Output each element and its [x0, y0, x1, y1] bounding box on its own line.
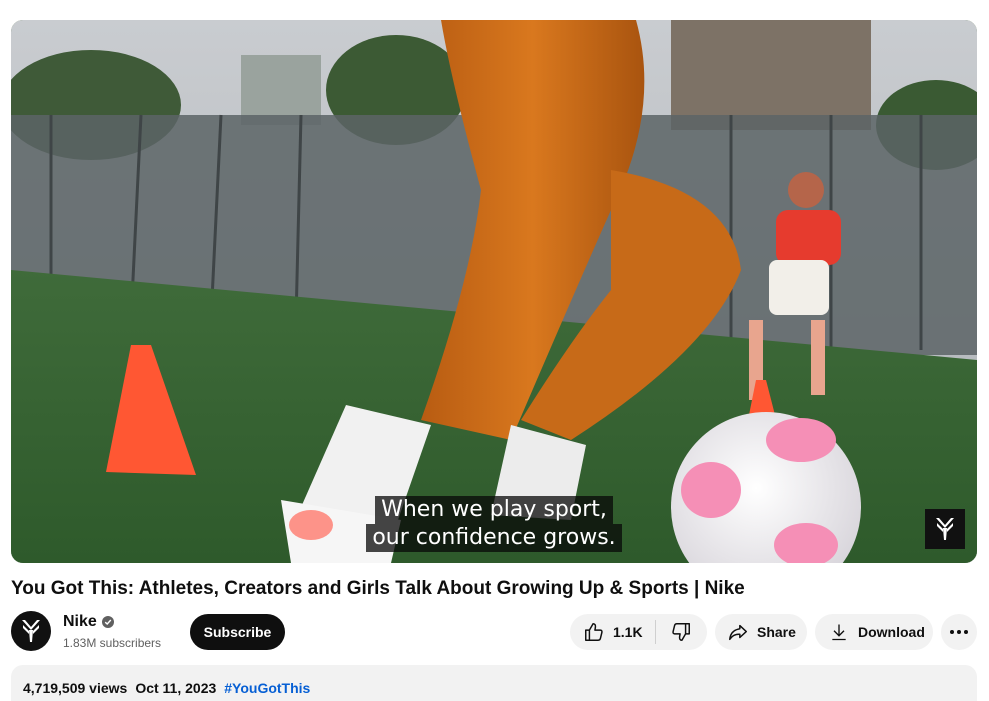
like-dislike-group: 1.1K	[570, 614, 707, 650]
video-frame	[11, 20, 977, 563]
video-player[interactable]: When we play sport, our confidence grows…	[11, 20, 977, 563]
download-button[interactable]: Download	[815, 614, 933, 650]
dislike-button[interactable]	[656, 614, 706, 650]
verified-check-icon	[101, 616, 114, 628]
description-meta: 4,719,509 views Oct 11, 2023 #YouGotThis	[23, 678, 310, 698]
description-box[interactable]: 4,719,509 views Oct 11, 2023 #YouGotThis	[11, 665, 977, 701]
channel-name: Nike	[63, 613, 97, 630]
hashtag-link[interactable]: #YouGotThis	[224, 678, 310, 698]
nike-logo-icon	[936, 518, 954, 540]
download-icon	[832, 624, 846, 641]
share-label: Share	[757, 624, 796, 640]
more-actions-button[interactable]	[941, 614, 977, 650]
subscriber-count: 1.83M subscribers	[63, 636, 162, 650]
share-button[interactable]: Share	[715, 614, 807, 650]
download-label: Download	[858, 624, 925, 640]
more-horizontal-icon	[950, 630, 968, 634]
upload-date: Oct 11, 2023	[135, 680, 217, 696]
video-captions: When we play sport, our confidence grows…	[11, 496, 977, 552]
channel-name-link[interactable]: Nike	[63, 612, 114, 632]
channel-avatar[interactable]	[11, 611, 51, 651]
caption-line-1: When we play sport,	[375, 496, 613, 524]
thumbs-down-icon	[672, 623, 690, 641]
share-icon	[729, 624, 747, 641]
subscribe-button[interactable]: Subscribe	[190, 614, 285, 650]
caption-line-2: our confidence grows.	[366, 524, 622, 552]
view-count: 4,719,509 views	[23, 680, 128, 696]
thumbs-up-icon	[585, 623, 603, 641]
like-count: 1.1K	[613, 624, 643, 640]
video-title: You Got This: Athletes, Creators and Gir…	[11, 578, 745, 599]
nike-logo-icon	[22, 620, 40, 642]
channel-watermark[interactable]	[925, 509, 965, 549]
like-button[interactable]: 1.1K	[570, 614, 655, 650]
